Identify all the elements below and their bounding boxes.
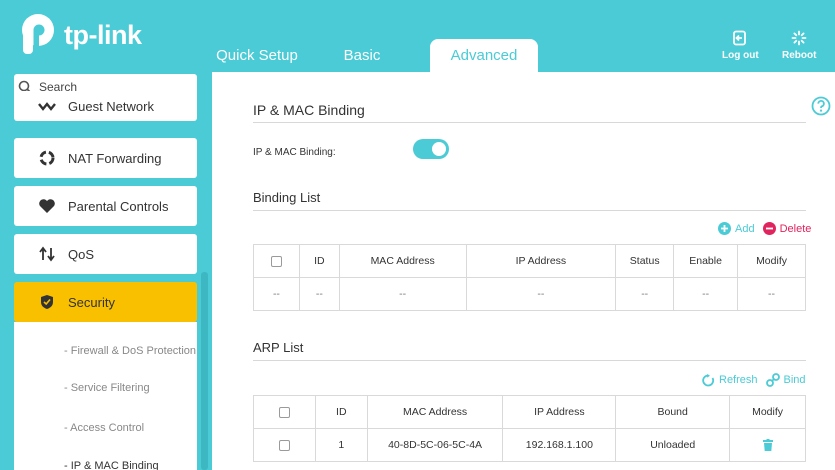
delete-button[interactable]: Delete <box>762 222 812 235</box>
add-label: Add <box>735 222 755 235</box>
top-header: tp-link Quick Setup Basic Advanced Log o… <box>0 0 835 72</box>
header-mac-address: MAC Address <box>366 395 504 429</box>
tab-advanced[interactable]: Advanced <box>430 39 538 72</box>
header-modify: Modify <box>737 244 806 278</box>
trash-icon[interactable] <box>762 439 773 452</box>
table-cell: -- <box>737 277 806 311</box>
tp-link-logo-icon <box>22 14 54 54</box>
table-cell: 1 <box>314 428 368 462</box>
table-cell: -- <box>465 277 617 311</box>
header-ip-address: IP Address <box>502 395 617 429</box>
logout-label: Log out <box>722 50 759 61</box>
arp-list-title: ARP List <box>253 340 304 355</box>
select-all-checkbox[interactable] <box>278 406 290 418</box>
header-modify: Modify <box>729 395 806 429</box>
table-cell <box>729 428 806 462</box>
submenu-ip-mac-binding[interactable]: - IP & MAC Binding <box>64 460 159 470</box>
bind-label: Bind <box>783 374 806 386</box>
sidebar-item-nat-forwarding[interactable]: NAT Forwarding <box>14 138 197 178</box>
heart-icon <box>36 195 58 217</box>
sidebar-item-guest-network[interactable]: Guest Network <box>14 91 197 121</box>
header-id: ID <box>298 244 340 278</box>
delete-icon <box>762 222 776 235</box>
header-status: Status <box>615 244 675 278</box>
binding-list-actions: Add Delete <box>710 222 811 235</box>
reboot-button[interactable]: Reboot <box>782 30 816 61</box>
updown-arrows-icon <box>36 243 58 265</box>
sidebar-item-label: QoS <box>68 246 95 262</box>
header-mac-address: MAC Address <box>338 244 467 278</box>
arp-list-actions: Refresh Bind <box>694 373 806 387</box>
header-select-all <box>253 244 300 278</box>
header-enable: Enable <box>673 244 739 278</box>
link-icon <box>765 373 780 387</box>
table-cell: 40-8D-5C-06-5C-4A <box>366 428 504 462</box>
sidebar-item-label: Guest Network <box>68 98 154 114</box>
table-cell: 192.168.1.100 <box>502 428 617 462</box>
binding-list-title: Binding List <box>253 190 321 205</box>
submenu-service-filtering[interactable]: - Service Filtering <box>64 382 150 394</box>
table-cell: -- <box>298 277 340 311</box>
add-button[interactable]: Add <box>718 222 755 235</box>
shield-icon <box>36 291 58 313</box>
divider <box>253 360 806 361</box>
sidebar-item-qos[interactable]: QoS <box>14 234 197 274</box>
guest-network-icon <box>36 95 58 117</box>
nat-forwarding-icon <box>36 147 58 169</box>
table-cell: Unloaded <box>615 428 731 462</box>
tp-link-logo[interactable]: tp-link <box>14 12 142 58</box>
arp-list-table: ID MAC Address IP Address Bound Modify 1… <box>253 395 806 462</box>
logout-icon <box>733 30 747 46</box>
reboot-label: Reboot <box>782 50 817 61</box>
table-row: 1 40-8D-5C-06-5C-4A 192.168.1.100 Unload… <box>253 428 806 462</box>
sidebar-scrollbar[interactable] <box>201 272 208 470</box>
header-select-all <box>253 395 316 429</box>
sidebar: Search Guest Network NAT Forwarding Pare… <box>0 72 212 470</box>
security-submenu: - Firewall & DoS Protection - Service Fi… <box>14 322 197 470</box>
table-cell: -- <box>253 277 300 311</box>
sidebar-item-parental-controls[interactable]: Parental Controls <box>14 186 197 226</box>
tab-quick-setup[interactable]: Quick Setup <box>212 39 302 72</box>
table-header-row: ID MAC Address IP Address Bound Modify <box>253 395 806 429</box>
logout-button[interactable]: Log out <box>722 30 759 61</box>
table-cell: -- <box>673 277 739 311</box>
header-id: ID <box>314 395 368 429</box>
delete-label: Delete <box>779 222 812 235</box>
add-icon <box>718 222 731 235</box>
table-cell <box>253 428 316 462</box>
submenu-firewall-dos[interactable]: - Firewall & DoS Protection <box>64 345 196 357</box>
main-content: IP & MAC Binding IP & MAC Binding: Bindi… <box>212 72 835 470</box>
reboot-icon <box>791 30 807 46</box>
sidebar-item-label: Parental Controls <box>68 198 169 214</box>
help-icon[interactable] <box>811 96 831 116</box>
brand-name: tp-link <box>64 19 142 50</box>
binding-toggle-label: IP & MAC Binding: <box>253 147 336 158</box>
page-title: IP & MAC Binding <box>253 102 365 118</box>
refresh-label: Refresh <box>719 374 758 386</box>
submenu-access-control[interactable]: - Access Control <box>64 422 144 434</box>
divider <box>253 122 806 123</box>
bind-button[interactable]: Bind <box>765 373 806 387</box>
refresh-icon <box>702 373 715 387</box>
divider <box>253 210 806 211</box>
tab-basic[interactable]: Basic <box>302 39 422 72</box>
select-all-checkbox[interactable] <box>270 255 282 267</box>
binding-list-table: ID MAC Address IP Address Status Enable … <box>253 244 806 311</box>
table-cell: -- <box>338 277 467 311</box>
table-row: -- -- -- -- -- -- -- <box>253 277 806 311</box>
sidebar-item-label: NAT Forwarding <box>68 150 162 166</box>
refresh-button[interactable]: Refresh <box>702 373 758 387</box>
sidebar-item-security[interactable]: Security <box>14 282 197 322</box>
table-cell: -- <box>615 277 675 311</box>
table-header-row: ID MAC Address IP Address Status Enable … <box>253 244 806 278</box>
header-ip-address: IP Address <box>465 244 617 278</box>
main-tabs: Quick Setup Basic Advanced <box>212 39 538 72</box>
header-bound: Bound <box>615 395 731 429</box>
toggle-knob <box>432 142 446 156</box>
sidebar-item-label: Security <box>68 294 115 310</box>
row-checkbox[interactable] <box>278 439 290 451</box>
ip-mac-binding-toggle[interactable] <box>413 139 449 159</box>
